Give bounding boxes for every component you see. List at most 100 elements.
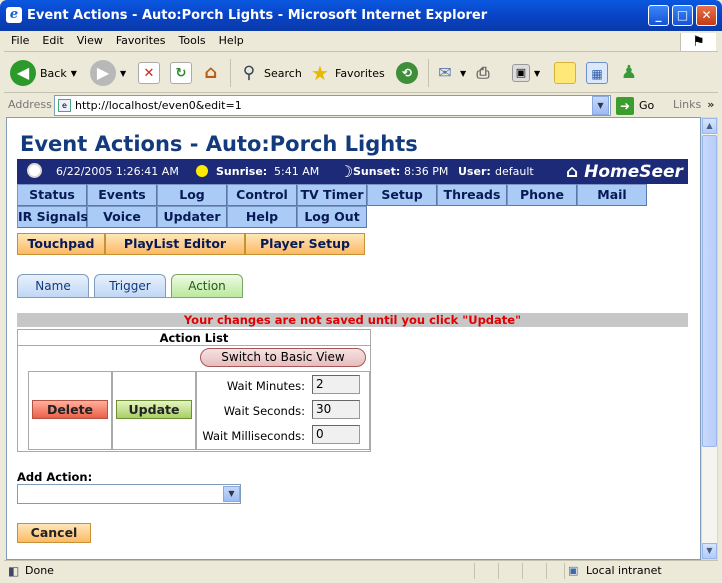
vertical-scrollbar[interactable]: ▲ ▼ <box>701 117 718 560</box>
nav-playlist-editor[interactable]: PlayList Editor <box>105 233 245 255</box>
address-dropdown-icon[interactable]: ▼ <box>592 96 609 115</box>
scroll-down-icon[interactable]: ▼ <box>702 543 717 559</box>
homeseer-logo-text: HomeSeer <box>584 162 683 182</box>
favorites-button[interactable]: ★ Favorites <box>309 57 385 89</box>
refresh-button[interactable]: ↻ <box>170 57 192 89</box>
menu-edit[interactable]: Edit <box>35 31 69 47</box>
status-divider <box>474 563 475 579</box>
chevron-right-icon: » <box>707 98 715 111</box>
update-button[interactable]: Update <box>116 400 192 419</box>
ie-icon: e <box>6 7 22 23</box>
cancel-button[interactable]: Cancel <box>17 523 91 543</box>
user-name: default <box>495 165 534 178</box>
unsaved-warning: Your changes are not saved until you cli… <box>17 313 688 327</box>
nav-touchpad[interactable]: Touchpad <box>17 233 105 255</box>
nav-updater[interactable]: Updater <box>157 206 227 228</box>
nav-ir-signals[interactable]: IR Signals <box>17 206 88 228</box>
back-arrow-icon: ◀ <box>10 60 36 86</box>
status-divider <box>522 563 523 579</box>
tab-name[interactable]: Name <box>17 274 89 298</box>
page-title: Event Actions - Auto:Porch Lights <box>20 132 418 156</box>
mail-dropdown-icon[interactable]: ▼ <box>460 69 466 78</box>
tab-underline <box>17 297 243 298</box>
tab-action[interactable]: Action <box>171 274 243 298</box>
nav-voice[interactable]: Voice <box>87 206 157 228</box>
windows-logo-icon: ⚑ <box>680 33 716 51</box>
forward-dropdown-icon[interactable]: ▼ <box>120 69 126 78</box>
links-button[interactable]: Links » <box>673 98 714 111</box>
add-action-select[interactable]: ▼ <box>17 484 241 504</box>
go-button[interactable]: ➜ Go <box>616 95 654 116</box>
nav-control[interactable]: Control <box>227 184 297 206</box>
switch-basic-view-button[interactable]: Switch to Basic View <box>200 348 366 367</box>
nav-log-out[interactable]: Log Out <box>297 206 367 228</box>
scroll-thumb[interactable] <box>702 135 717 447</box>
intranet-icon: ▣ <box>568 564 579 577</box>
favorites-label: Favorites <box>335 66 385 80</box>
search-icon: ⚲ <box>242 63 256 83</box>
status-bar: ◧ Done ▣ Local intranet <box>4 560 718 580</box>
page-icon: e <box>58 99 71 112</box>
minimize-button[interactable]: _ <box>648 5 669 26</box>
current-date: 6/22/2005 1:26:41 AM <box>56 165 179 178</box>
discuss-icon <box>554 62 576 84</box>
forward-arrow-icon: ▶ <box>90 60 116 86</box>
address-input[interactable]: e http://localhost/even0&edit=1 ▼ <box>54 95 611 116</box>
print-icon: ⎙ <box>476 63 490 82</box>
search-button[interactable]: ⚲ Search <box>238 57 302 89</box>
edit-dropdown-icon[interactable]: ▼ <box>534 69 540 78</box>
mail-button[interactable]: ✉ ▼ <box>434 57 466 89</box>
wait-seconds-input[interactable]: 30 <box>312 400 360 419</box>
nav-help[interactable]: Help <box>227 206 297 228</box>
messenger-button[interactable]: ♟ <box>618 57 640 89</box>
nav-status[interactable]: Status <box>17 184 87 206</box>
wait-minutes-input[interactable]: 2 <box>312 375 360 394</box>
research-icon: ▦ <box>586 62 608 84</box>
menu-bar: File Edit View Favorites Tools Help ⚑ <box>4 31 718 52</box>
favorites-star-icon: ★ <box>311 61 329 85</box>
nav-player-setup[interactable]: Player Setup <box>245 233 365 255</box>
user-label: User: <box>458 165 491 178</box>
scroll-up-icon[interactable]: ▲ <box>702 118 717 134</box>
menu-file[interactable]: File <box>4 31 35 47</box>
sunrise-time: 5:41 AM <box>274 165 320 178</box>
clock-icon <box>27 163 42 178</box>
window-titlebar: e Event Actions - Auto:Porch Lights - Mi… <box>0 0 722 31</box>
links-label: Links <box>673 98 702 111</box>
wait-minutes-label: Wait Minutes: <box>226 379 305 393</box>
close-button[interactable]: ✕ <box>696 5 717 26</box>
nav-phone[interactable]: Phone <box>507 184 577 206</box>
menu-favorites[interactable]: Favorites <box>109 31 172 47</box>
nav-log[interactable]: Log <box>157 184 227 206</box>
delete-button[interactable]: Delete <box>32 400 108 419</box>
menu-tools[interactable]: Tools <box>172 31 212 47</box>
stop-button[interactable]: ✕ <box>138 57 160 89</box>
nav-events[interactable]: Events <box>87 184 157 206</box>
nav-mail[interactable]: Mail <box>577 184 647 206</box>
address-label: Address <box>8 98 52 111</box>
edit-button[interactable]: ▣ ▼ <box>512 57 540 89</box>
homeseer-status-bar: 6/22/2005 1:26:41 AM Sunrise: 5:41 AM ☽ … <box>17 159 688 184</box>
maximize-button[interactable]: □ <box>672 5 693 26</box>
back-dropdown-icon[interactable]: ▼ <box>71 69 77 78</box>
page-done-icon: ◧ <box>8 564 20 578</box>
wait-milliseconds-input[interactable]: 0 <box>312 425 360 444</box>
research-button[interactable]: ▦ <box>586 57 608 89</box>
home-button[interactable]: ⌂ <box>200 57 222 89</box>
wait-seconds-label: Wait Seconds: <box>223 404 305 418</box>
history-button[interactable]: ⟲ <box>396 57 418 89</box>
page-content: Event Actions - Auto:Porch Lights 6/22/2… <box>6 117 701 560</box>
nav-threads[interactable]: Threads <box>437 184 507 206</box>
tab-trigger[interactable]: Trigger <box>94 274 166 298</box>
nav-tv-timer[interactable]: TV Timer <box>297 184 367 206</box>
back-button[interactable]: ◀ Back ▼ <box>10 57 77 89</box>
menu-view[interactable]: View <box>70 31 109 47</box>
sunset-label: Sunset: <box>353 165 401 178</box>
discuss-button[interactable] <box>554 57 576 89</box>
print-button[interactable]: ⎙ <box>472 57 494 89</box>
chevron-down-icon[interactable]: ▼ <box>223 486 240 502</box>
menu-help[interactable]: Help <box>212 31 250 47</box>
forward-button[interactable]: ▶ ▼ <box>90 57 126 89</box>
moon-icon: ☽ <box>339 162 354 181</box>
nav-setup[interactable]: Setup <box>367 184 437 206</box>
